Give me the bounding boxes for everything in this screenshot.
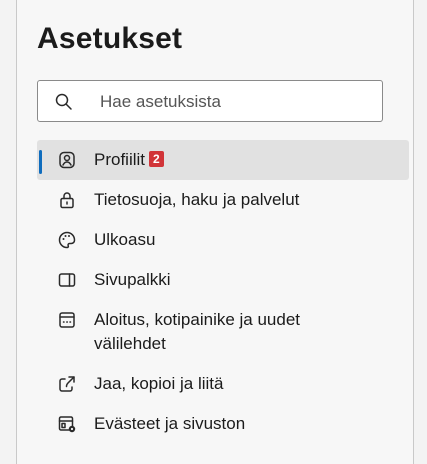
nav-item-label: Ulkoasu — [94, 230, 156, 249]
nav-item-label: Profiilit — [94, 150, 146, 169]
settings-nav: Profiilit2 Tietosuoja, haku ja palvelut — [17, 140, 413, 444]
nav-item-label: Aloitus, kotipainike ja uudet välilehdet — [94, 310, 301, 353]
search-icon — [54, 92, 74, 112]
nav-item-profiles[interactable]: Profiilit 2 — [37, 140, 409, 180]
nav-item-appearance[interactable]: Ulkoasu — [17, 220, 413, 260]
sidebar-icon — [57, 270, 77, 290]
page-title: Asetukset — [37, 22, 183, 55]
nav-item-label: Jaa, kopioi ja liitä — [94, 374, 224, 393]
notification-badge: 2 — [149, 151, 164, 167]
nav-item-start-home-newtab[interactable]: Aloitus, kotipainike ja uudet välilehdet — [17, 300, 413, 364]
profile-icon — [57, 150, 77, 170]
nav-item-sidebar[interactable]: Sivupalkki — [17, 260, 413, 300]
settings-panel: Asetukset Profiilit2 — [16, 0, 414, 464]
nav-item-cookies[interactable]: Evästeet ja sivuston — [17, 404, 413, 444]
share-icon — [57, 374, 77, 394]
search-box[interactable] — [37, 80, 383, 122]
nav-item-label: Sivupalkki — [94, 270, 171, 289]
nav-item-share-copy-paste[interactable]: Jaa, kopioi ja liitä — [17, 364, 413, 404]
lock-icon — [57, 190, 77, 210]
nav-item-privacy[interactable]: Tietosuoja, haku ja palvelut — [17, 180, 413, 220]
nav-item-label: Evästeet ja sivuston — [94, 414, 246, 433]
palette-icon — [57, 230, 77, 250]
active-indicator — [39, 150, 42, 174]
cookies-site-icon — [57, 414, 77, 434]
nav-item-label: Tietosuoja, haku ja palvelut — [94, 190, 300, 209]
search-input[interactable] — [98, 89, 372, 115]
home-tab-icon — [57, 310, 77, 330]
